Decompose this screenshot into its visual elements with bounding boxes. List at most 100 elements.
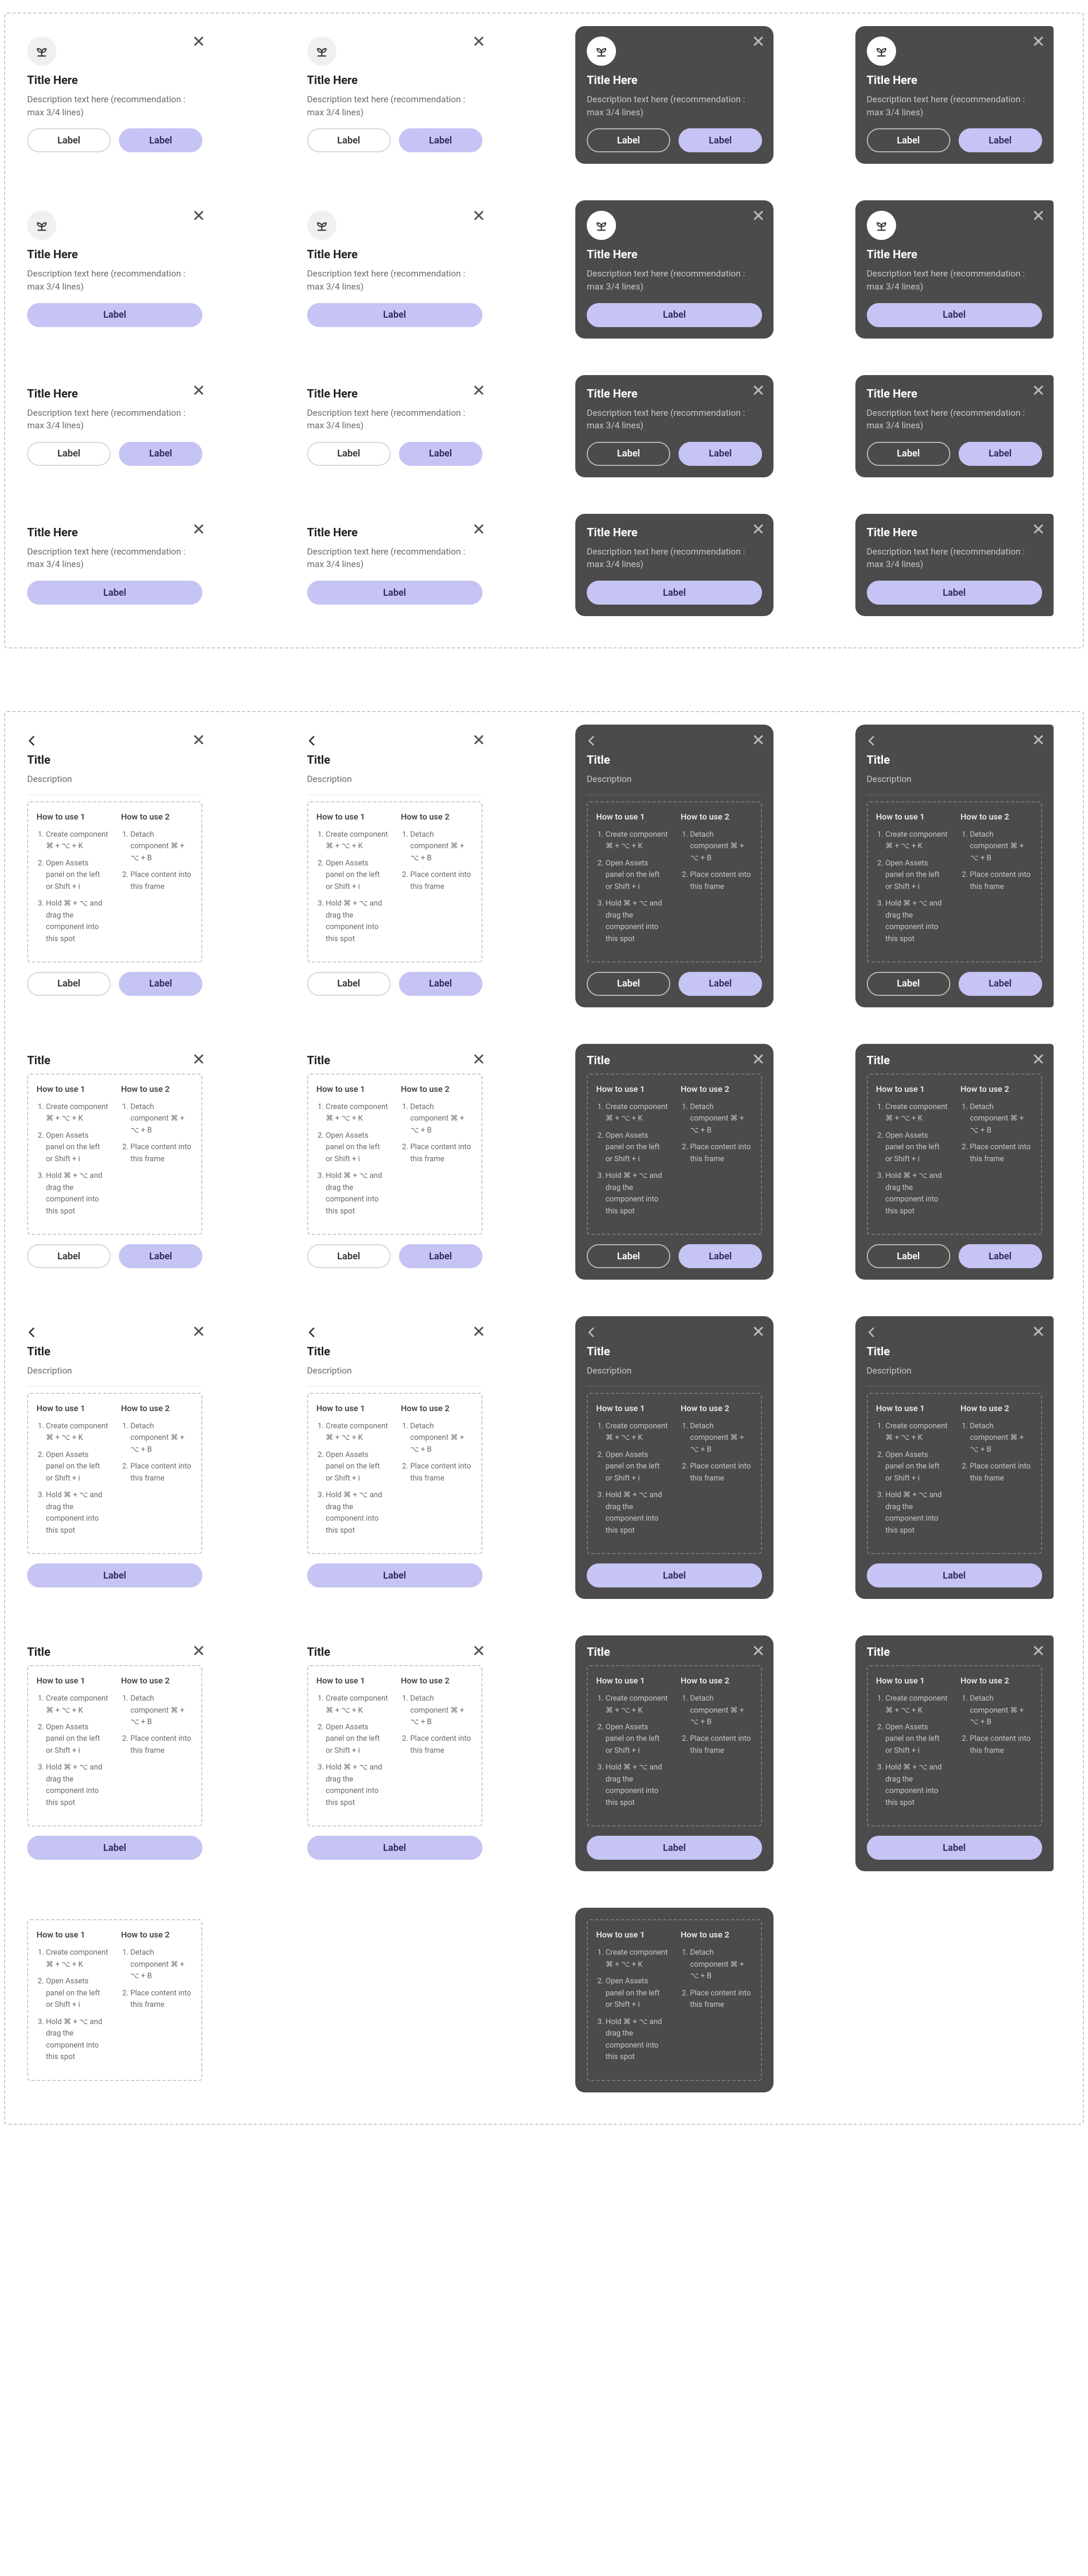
back-button[interactable]	[864, 1325, 879, 1340]
secondary-button[interactable]: Label	[27, 442, 111, 466]
primary-button[interactable]: Label	[959, 972, 1042, 996]
close-button[interactable]	[1031, 732, 1046, 748]
close-button[interactable]	[751, 1323, 766, 1339]
close-button[interactable]	[1031, 1643, 1046, 1658]
close-button[interactable]	[471, 208, 487, 223]
close-button[interactable]	[751, 1643, 766, 1658]
howto-list-1: Create component ⌘ + ⌥ + KOpen Assets pa…	[596, 1101, 668, 1217]
close-button[interactable]	[1031, 208, 1046, 223]
howto-col-2: How to use 2 Detach component ⌘ + ⌥ + BP…	[121, 1403, 193, 1542]
close-button[interactable]	[751, 1051, 766, 1067]
close-button[interactable]	[191, 1051, 207, 1067]
primary-button[interactable]: Label	[399, 128, 482, 152]
back-button[interactable]	[584, 733, 599, 749]
close-button[interactable]	[751, 33, 766, 49]
close-button[interactable]	[1031, 521, 1046, 537]
primary-button[interactable]: Label	[307, 1563, 482, 1587]
back-button[interactable]	[24, 1325, 40, 1340]
close-button[interactable]	[471, 521, 487, 537]
close-button[interactable]	[191, 208, 207, 223]
secondary-button[interactable]: Label	[867, 972, 950, 996]
secondary-button[interactable]: Label	[307, 442, 391, 466]
list-item: Place content into this frame	[410, 1461, 473, 1484]
primary-button[interactable]: Label	[587, 581, 762, 605]
primary-button[interactable]: Label	[959, 442, 1042, 466]
close-button[interactable]	[1031, 33, 1046, 49]
secondary-button[interactable]: Label	[587, 128, 670, 152]
close-button[interactable]	[751, 521, 766, 537]
secondary-button[interactable]: Label	[587, 442, 670, 466]
detail-card: Title How to use 1 Create component ⌘ + …	[16, 1635, 214, 1871]
detail-card: Title Description How to use 1 Create co…	[575, 1316, 773, 1599]
primary-button[interactable]: Label	[307, 303, 482, 327]
close-button[interactable]	[1031, 382, 1046, 398]
close-button[interactable]	[751, 732, 766, 748]
secondary-button[interactable]: Label	[307, 972, 391, 996]
close-button[interactable]	[191, 1643, 207, 1658]
close-button[interactable]	[471, 1051, 487, 1067]
secondary-button[interactable]: Label	[27, 128, 111, 152]
close-button[interactable]	[1031, 1051, 1046, 1067]
back-button[interactable]	[304, 733, 320, 749]
close-button[interactable]	[751, 208, 766, 223]
primary-button[interactable]: Label	[587, 1563, 762, 1587]
primary-button[interactable]: Label	[959, 1244, 1042, 1268]
primary-button[interactable]: Label	[119, 442, 202, 466]
close-button[interactable]	[471, 1323, 487, 1339]
content-slot: How to use 1 Create component ⌘ + ⌥ + KO…	[587, 1665, 762, 1826]
back-button[interactable]	[24, 733, 40, 749]
close-button[interactable]	[751, 382, 766, 398]
close-button[interactable]	[471, 33, 487, 49]
primary-button[interactable]: Label	[27, 581, 202, 605]
howto-title-1: How to use 1	[876, 1084, 948, 1094]
primary-button[interactable]: Label	[399, 972, 482, 996]
secondary-button[interactable]: Label	[307, 1244, 391, 1268]
back-button[interactable]	[304, 1325, 320, 1340]
close-button[interactable]	[191, 732, 207, 748]
close-button[interactable]	[191, 1323, 207, 1339]
primary-button[interactable]: Label	[307, 581, 482, 605]
secondary-button[interactable]: Label	[587, 972, 670, 996]
howto-col-1: How to use 1 Create component ⌘ + ⌥ + KO…	[596, 1084, 668, 1222]
primary-button[interactable]: Label	[679, 972, 762, 996]
primary-button[interactable]: Label	[867, 1563, 1042, 1587]
primary-button[interactable]: Label	[27, 1836, 202, 1860]
back-button[interactable]	[584, 1325, 599, 1340]
close-button[interactable]	[471, 1643, 487, 1658]
close-button[interactable]	[191, 33, 207, 49]
primary-button[interactable]: Label	[119, 128, 202, 152]
button-row: Label Label	[27, 128, 202, 152]
secondary-button[interactable]: Label	[867, 128, 950, 152]
back-button[interactable]	[864, 733, 879, 749]
primary-button[interactable]: Label	[959, 128, 1042, 152]
secondary-button[interactable]: Label	[587, 1244, 670, 1268]
primary-button[interactable]: Label	[399, 442, 482, 466]
close-button[interactable]	[471, 382, 487, 398]
primary-button[interactable]: Label	[679, 1244, 762, 1268]
button-row: Label	[27, 303, 202, 327]
primary-button[interactable]: Label	[867, 1836, 1042, 1860]
secondary-button[interactable]: Label	[867, 1244, 950, 1268]
secondary-button[interactable]: Label	[307, 128, 391, 152]
primary-button[interactable]: Label	[587, 303, 762, 327]
close-button[interactable]	[1031, 1323, 1046, 1339]
close-button[interactable]	[471, 732, 487, 748]
primary-button[interactable]: Label	[119, 972, 202, 996]
secondary-button[interactable]: Label	[867, 442, 950, 466]
close-button[interactable]	[191, 521, 207, 537]
primary-button[interactable]: Label	[27, 303, 202, 327]
secondary-button[interactable]: Label	[27, 972, 111, 996]
primary-button[interactable]: Label	[307, 1836, 482, 1860]
primary-button[interactable]: Label	[587, 1836, 762, 1860]
primary-button[interactable]: Label	[679, 442, 762, 466]
promo-title: Title Here	[27, 526, 202, 539]
primary-button[interactable]: Label	[399, 1244, 482, 1268]
primary-button[interactable]: Label	[679, 128, 762, 152]
primary-button[interactable]: Label	[27, 1563, 202, 1587]
primary-button[interactable]: Label	[867, 581, 1042, 605]
primary-button[interactable]: Label	[867, 303, 1042, 327]
primary-button[interactable]: Label	[119, 1244, 202, 1268]
list-item: Create component ⌘ + ⌥ + K	[46, 829, 108, 852]
secondary-button[interactable]: Label	[27, 1244, 111, 1268]
close-button[interactable]	[191, 382, 207, 398]
